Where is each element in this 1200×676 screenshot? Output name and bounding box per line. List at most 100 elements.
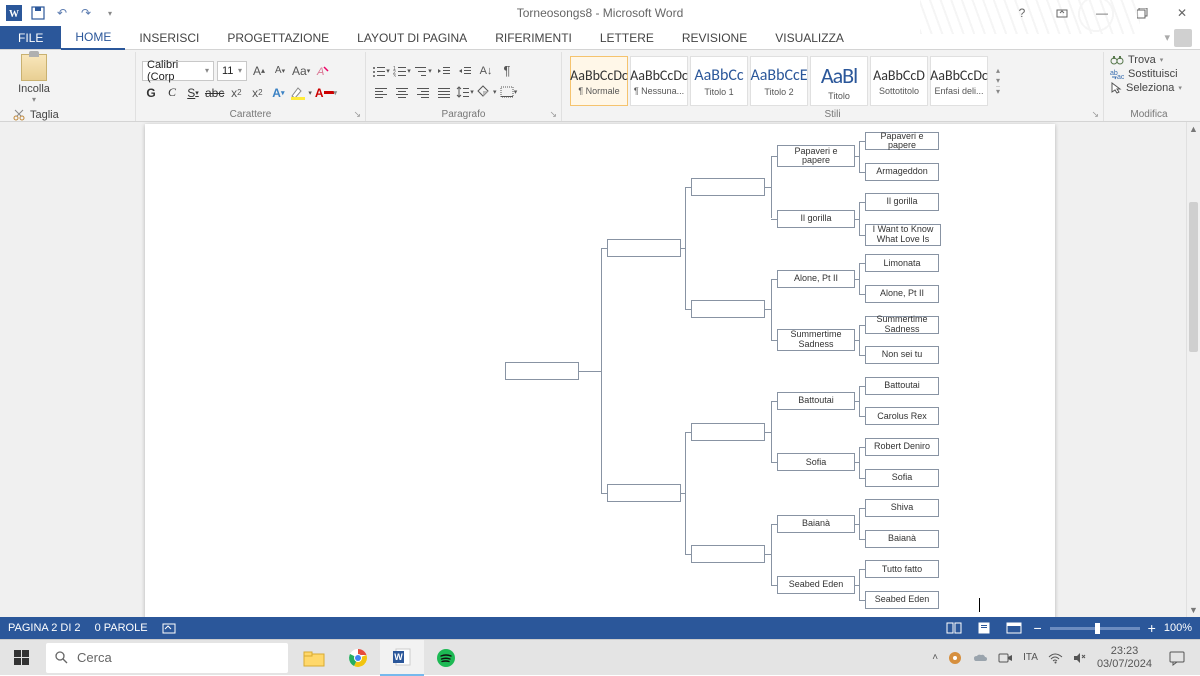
tray-meet-now-icon[interactable] <box>998 652 1013 664</box>
taskbar-chrome[interactable] <box>336 640 380 676</box>
underline-button[interactable]: S▾ <box>184 84 202 102</box>
web-layout-button[interactable] <box>1003 620 1025 636</box>
line-spacing-button[interactable]: ▾ <box>456 83 474 101</box>
word-count[interactable]: 0 PAROLE <box>95 622 148 634</box>
increase-indent-button[interactable] <box>456 62 474 80</box>
sign-in[interactable]: ▾ <box>1164 26 1200 49</box>
tray-language-icon[interactable]: ITA <box>1023 652 1038 663</box>
strikethrough-button[interactable]: abc <box>205 84 224 102</box>
tab-file[interactable]: FILE <box>0 26 61 49</box>
tray-onedrive-icon[interactable] <box>972 652 988 664</box>
paste-button[interactable]: Incolla ▾ <box>12 54 56 104</box>
taskbar-search[interactable]: Cerca <box>46 643 288 673</box>
zoom-out-button[interactable]: − <box>1033 620 1041 636</box>
tray-wifi-icon[interactable] <box>1048 652 1063 664</box>
style-titolo-2[interactable]: AaBbCcETitolo 2 <box>750 56 808 106</box>
print-layout-button[interactable] <box>973 620 995 636</box>
spellcheck-icon[interactable] <box>162 621 178 635</box>
font-launcher-icon[interactable]: ↘ <box>353 109 361 120</box>
multilevel-list-button[interactable]: ▾ <box>414 62 432 80</box>
subscript-button[interactable]: x2 <box>227 84 245 102</box>
style-titolo[interactable]: AaBlTitolo <box>810 56 868 106</box>
taskbar-word[interactable]: W <box>380 640 424 676</box>
highlight-button[interactable]: ▾ <box>290 84 312 102</box>
redo-icon[interactable]: ↷ <box>78 5 94 21</box>
tab-review[interactable]: REVISIONE <box>668 26 761 49</box>
tab-home[interactable]: HOME <box>61 26 125 50</box>
tray-volume-icon[interactable] <box>1073 652 1087 664</box>
notifications-button[interactable] <box>1162 644 1192 672</box>
scrollbar-thumb[interactable] <box>1189 202 1198 352</box>
read-mode-button[interactable] <box>943 620 965 636</box>
bullets-button[interactable]: ▾ <box>372 62 390 80</box>
close-button[interactable]: ✕ <box>1168 2 1196 24</box>
windows-taskbar: Cerca W ˄ ITA 23:23 03/07/2024 <box>0 639 1200 675</box>
style-sottotitolo[interactable]: AaBbCcDSottotitolo <box>870 56 928 106</box>
tray-overflow-icon[interactable]: ˄ <box>932 652 938 663</box>
undo-icon[interactable]: ↶ <box>54 5 70 21</box>
tab-view[interactable]: VISUALIZZA <box>761 26 858 49</box>
sort-button[interactable]: A↓ <box>477 62 495 80</box>
styles-launcher-icon[interactable]: ↘ <box>1091 109 1099 120</box>
group-styles: AaBbCcDc¶ NormaleAaBbCcDc¶ Nessuna...AaB… <box>562 52 1104 121</box>
change-case-button[interactable]: Aa▾ <box>292 62 310 80</box>
style-enfasi-deli-[interactable]: AaBbCcDcEnfasi deli... <box>930 56 988 106</box>
qat-customize-icon[interactable]: ▾ <box>102 5 118 21</box>
font-size-input[interactable]: 11▾ <box>217 61 247 81</box>
taskbar-clock[interactable]: 23:23 03/07/2024 <box>1097 645 1152 670</box>
styles-expand[interactable]: ▾ <box>996 86 1000 96</box>
zoom-level[interactable]: 100% <box>1164 622 1192 634</box>
find-button[interactable]: Trova ▾ <box>1110 54 1163 66</box>
svg-text:3: 3 <box>393 74 396 77</box>
select-button[interactable]: Seleziona ▾ <box>1110 82 1182 94</box>
styles-scroll-down[interactable]: ▾ <box>996 76 1000 85</box>
styles-scroll-up[interactable]: ▴ <box>996 66 1000 75</box>
zoom-in-button[interactable]: + <box>1148 620 1156 636</box>
save-icon[interactable] <box>30 5 46 21</box>
font-name-input[interactable]: Calibri (Corp▾ <box>142 61 214 81</box>
taskbar-file-explorer[interactable] <box>292 640 336 676</box>
tab-mailings[interactable]: LETTERE <box>586 26 668 49</box>
italic-button[interactable]: C <box>163 84 181 102</box>
tray-disc-icon[interactable] <box>948 651 962 665</box>
bold-button[interactable]: G <box>142 84 160 102</box>
numbering-button[interactable]: 123▾ <box>393 62 411 80</box>
font-color-button[interactable]: A▾ <box>315 84 337 102</box>
restore-button[interactable] <box>1128 2 1156 24</box>
tab-design[interactable]: PROGETTAZIONE <box>213 26 343 49</box>
scroll-down-arrow[interactable]: ▼ <box>1187 603 1200 617</box>
style-titolo-1[interactable]: AaBbCcTitolo 1 <box>690 56 748 106</box>
vertical-scrollbar[interactable]: ▲ ▼ <box>1186 122 1200 617</box>
help-button[interactable]: ? <box>1008 2 1036 24</box>
zoom-slider[interactable] <box>1050 627 1140 630</box>
ribbon-tabs: FILE HOME INSERISCI PROGETTAZIONE LAYOUT… <box>0 26 1200 50</box>
align-left-button[interactable] <box>372 83 390 101</box>
align-right-button[interactable] <box>414 83 432 101</box>
page[interactable]: Papaveri e papereArmageddonIl gorillaI W… <box>145 124 1055 617</box>
replace-button[interactable]: abac Sostituisci <box>1110 68 1178 80</box>
align-center-button[interactable] <box>393 83 411 101</box>
style--normale[interactable]: AaBbCcDc¶ Normale <box>570 56 628 106</box>
tab-references[interactable]: RIFERIMENTI <box>481 26 586 49</box>
scroll-up-arrow[interactable]: ▲ <box>1187 122 1200 136</box>
grow-font-button[interactable]: A▴ <box>250 62 268 80</box>
shading-button[interactable]: ▾ <box>477 83 497 101</box>
start-button[interactable] <box>0 640 42 676</box>
cut-button[interactable]: Taglia <box>12 108 99 122</box>
clear-formatting-button[interactable]: A <box>313 62 331 80</box>
ribbon-display-options-button[interactable] <box>1048 2 1076 24</box>
taskbar-spotify[interactable] <box>424 640 468 676</box>
decrease-indent-button[interactable] <box>435 62 453 80</box>
shrink-font-button[interactable]: A▾ <box>271 62 289 80</box>
tab-page-layout[interactable]: LAYOUT DI PAGINA <box>343 26 481 49</box>
text-effects-button[interactable]: A▾ <box>269 84 287 102</box>
borders-button[interactable]: ▾ <box>500 83 518 101</box>
page-indicator[interactable]: PAGINA 2 DI 2 <box>8 622 81 634</box>
paragraph-launcher-icon[interactable]: ↘ <box>549 109 557 120</box>
show-marks-button[interactable]: ¶ <box>498 62 516 80</box>
style--nessuna-[interactable]: AaBbCcDc¶ Nessuna... <box>630 56 688 106</box>
tab-insert[interactable]: INSERISCI <box>125 26 213 49</box>
justify-button[interactable] <box>435 83 453 101</box>
minimize-button[interactable]: — <box>1088 2 1116 24</box>
superscript-button[interactable]: x2 <box>248 84 266 102</box>
